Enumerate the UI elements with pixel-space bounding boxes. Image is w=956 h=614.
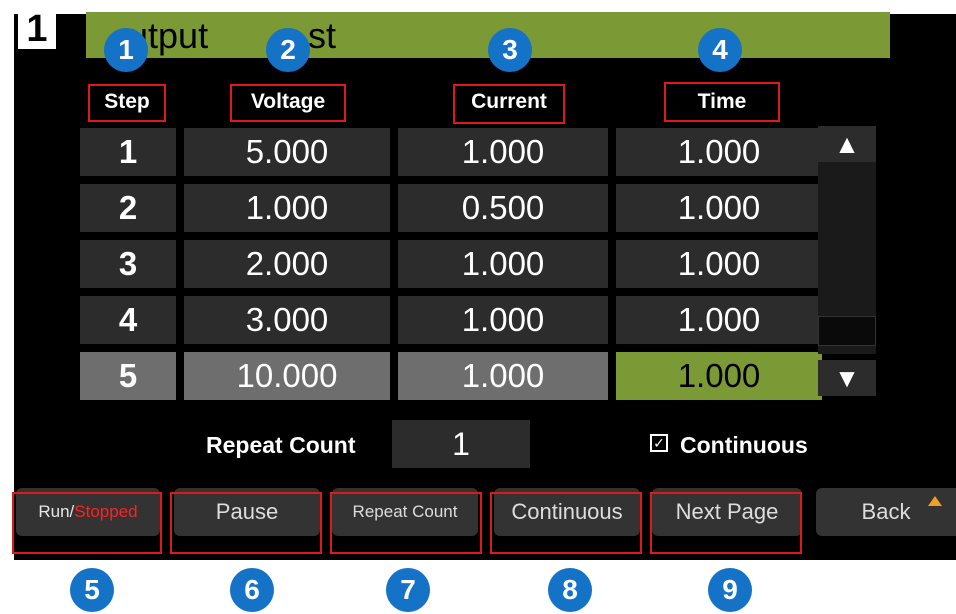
time-header-highlight (664, 82, 780, 122)
step-cell[interactable]: 1 (80, 128, 176, 176)
current-header-highlight (453, 84, 565, 124)
current-cell[interactable]: 1.000 (398, 296, 608, 344)
pause-softkey-highlight (170, 492, 322, 554)
callout-badge: 4 (698, 28, 742, 72)
callout-badge: 2 (266, 28, 310, 72)
voltage-cell[interactable]: 5.000 (184, 128, 390, 176)
voltage-cell[interactable]: 3.000 (184, 296, 390, 344)
scroll-down-button[interactable]: ▼ (818, 360, 876, 396)
callout-badge: 1 (104, 28, 148, 72)
step-cell[interactable]: 4 (80, 296, 176, 344)
callout-badge: 3 (488, 28, 532, 72)
triangle-down-icon: ▼ (834, 363, 860, 393)
voltage-cell[interactable]: 10.000 (184, 352, 390, 400)
time-cell[interactable]: 1.000 (616, 128, 822, 176)
next-page-softkey-highlight (650, 492, 802, 554)
scroll-up-button[interactable]: ▲ (818, 126, 876, 162)
current-cell[interactable]: 1.000 (398, 240, 608, 288)
voltage-cell[interactable]: 2.000 (184, 240, 390, 288)
callout-badge: 8 (548, 568, 592, 612)
current-cell[interactable]: 1.000 (398, 128, 608, 176)
repeat-count-field[interactable]: 1 (392, 420, 530, 468)
current-cell[interactable]: 0.500 (398, 184, 608, 232)
time-cell[interactable]: 1.000 (616, 240, 822, 288)
triangle-up-icon: ▲ (834, 129, 860, 159)
callout-badge: 5 (70, 568, 114, 612)
step-cell[interactable]: 2 (80, 184, 176, 232)
continuous-softkey-highlight (490, 492, 642, 554)
time-cell[interactable]: 1.000 (616, 184, 822, 232)
page-title-tail: st (308, 15, 337, 56)
scrollbar-thumb[interactable] (818, 316, 876, 346)
repeat-count-label: Repeat Count (206, 432, 356, 458)
repeat-softkey-highlight (330, 492, 482, 554)
channel-number: 1 (18, 9, 56, 49)
continuous-checkbox[interactable]: ☑✓ (650, 434, 668, 452)
voltage-cell[interactable]: 1.000 (184, 184, 390, 232)
callout-badge: 7 (386, 568, 430, 612)
callout-badge: 9 (708, 568, 752, 612)
step-cell[interactable]: 3 (80, 240, 176, 288)
time-cell-active[interactable]: 1.000 (616, 352, 822, 400)
callout-badge: 6 (230, 568, 274, 612)
current-cell[interactable]: 1.000 (398, 352, 608, 400)
run-softkey-highlight (12, 492, 162, 554)
step-header-highlight (88, 84, 166, 122)
more-indicator-icon (928, 496, 942, 506)
continuous-label: Continuous (680, 432, 808, 458)
time-cell[interactable]: 1.000 (616, 296, 822, 344)
step-cell[interactable]: 5 (80, 352, 176, 400)
voltage-header-highlight (230, 84, 346, 122)
